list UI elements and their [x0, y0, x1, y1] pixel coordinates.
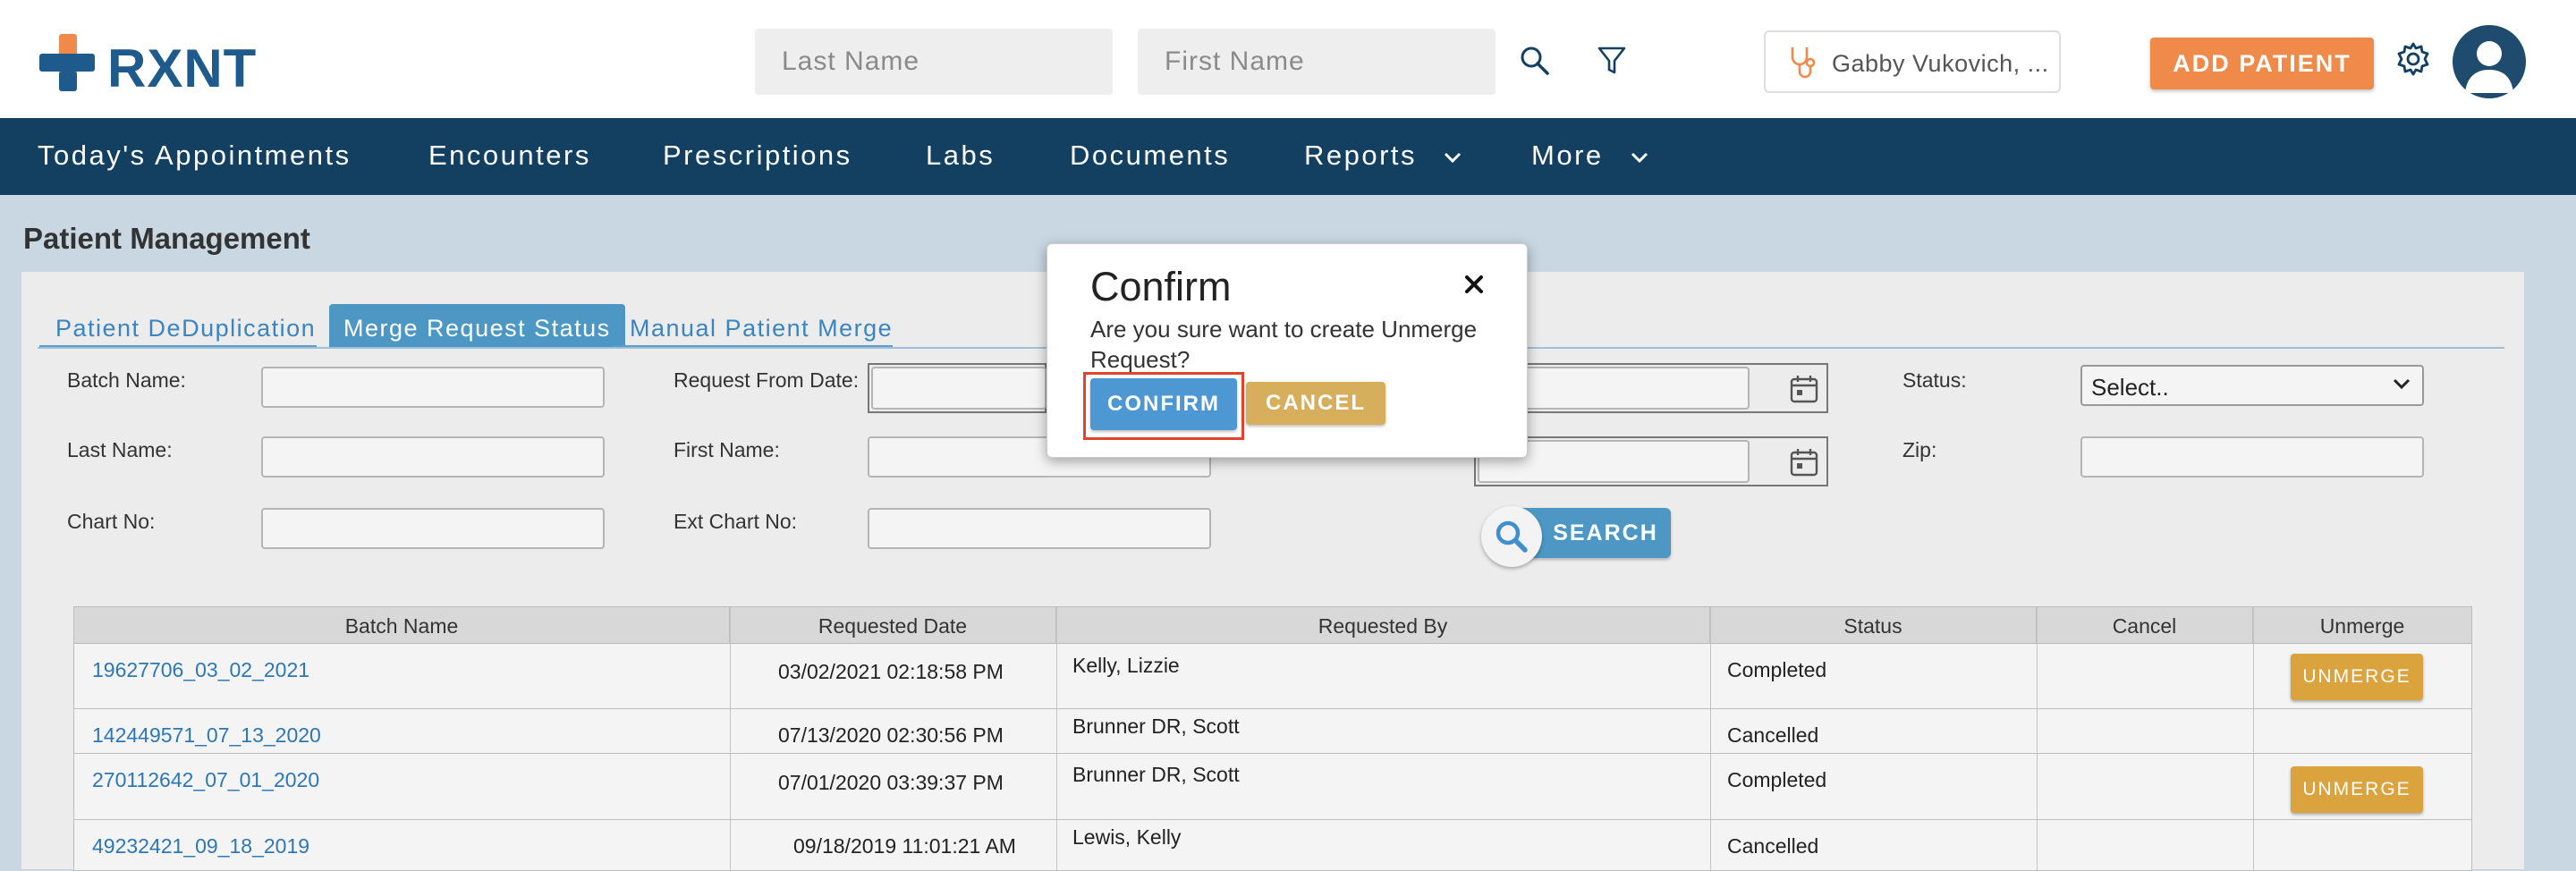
- nav-encounters[interactable]: Encounters: [428, 140, 591, 172]
- nav-more[interactable]: More: [1531, 140, 1649, 172]
- column-header: Unmerge: [2319, 614, 2405, 638]
- calendar-icon[interactable]: [1789, 447, 1819, 478]
- nav-labs[interactable]: Labs: [926, 140, 995, 172]
- request-from-date-label: Request From Date:: [674, 368, 860, 392]
- settings-button[interactable]: [2388, 34, 2438, 84]
- ext-chart-no-field[interactable]: [868, 508, 1211, 549]
- column-header: Batch Name: [74, 607, 730, 643]
- cancel-button[interactable]: CANCEL: [1246, 382, 1385, 425]
- stethoscope-icon: [1791, 47, 1816, 79]
- requested-date: 07/13/2020 02:30:56 PM: [778, 723, 1004, 747]
- table-row: 49232421_09_18_2019 09/18/2019 11:01:21 …: [74, 820, 2471, 870]
- requested-date: 09/18/2019 11:01:21 AM: [793, 834, 1016, 858]
- chart-no-label: Chart No:: [67, 510, 156, 533]
- request-from-date-field[interactable]: [868, 363, 1046, 413]
- status-select[interactable]: Select..: [2080, 365, 2424, 406]
- chevron-down-icon: [2393, 378, 2411, 390]
- requested-by: Kelly, Lizzie: [1072, 654, 1180, 677]
- column-header: Status: [1710, 607, 2037, 643]
- filter-search-button[interactable]: SEARCH: [1481, 506, 1671, 567]
- column-header: Requested By: [1056, 607, 1710, 643]
- user-avatar[interactable]: [2453, 25, 2526, 98]
- confirm-dialog: Confirm Are you sure want to create Unme…: [1046, 243, 1528, 458]
- logo-text: RXNT: [107, 38, 258, 98]
- calendar-icon[interactable]: [1789, 374, 1819, 404]
- nav-reports[interactable]: Reports: [1304, 140, 1462, 172]
- first-name-search-input[interactable]: [1138, 29, 1496, 95]
- request-from-date-input[interactable]: [871, 367, 1046, 410]
- column-header: Cancel: [2037, 607, 2253, 643]
- zip-field[interactable]: [2080, 436, 2424, 478]
- column-header: Requested Date: [730, 607, 1056, 643]
- batch-name-link[interactable]: 19627706_03_02_2021: [92, 658, 309, 682]
- search-icon: [1496, 520, 1528, 553]
- confirm-button[interactable]: CONFIRM: [1090, 378, 1237, 430]
- search-circle: [1481, 506, 1542, 567]
- last-name-field[interactable]: [261, 436, 605, 478]
- requested-by: Lewis, Kelly: [1072, 825, 1182, 849]
- chevron-down-icon: [1631, 152, 1648, 163]
- top-bar: RXNT Gabby Vukovich, ... ADD PATIENT: [0, 0, 2576, 118]
- last-name-search-input[interactable]: [755, 29, 1113, 95]
- unmerge-button[interactable]: UNMERGE: [2291, 766, 2423, 813]
- provider-name: Gabby Vukovich, ...: [1832, 50, 2049, 77]
- search-icon: [1521, 47, 1549, 75]
- tab-patient-deduplication[interactable]: Patient DeDuplication: [55, 304, 316, 347]
- status-text: Completed: [1727, 768, 1827, 791]
- zip-label: Zip:: [1902, 438, 1937, 461]
- filter-button[interactable]: [1587, 36, 1637, 86]
- close-icon[interactable]: [1459, 269, 1489, 300]
- requested-by: Brunner DR, Scott: [1072, 715, 1240, 738]
- chevron-down-icon: [1445, 152, 1462, 163]
- filter-icon: [1597, 47, 1626, 74]
- status-select-value: Select..: [2091, 374, 2169, 401]
- merge-request-table: Batch Name Requested Date Requested By S…: [73, 606, 2472, 871]
- dialog-title: Confirm: [1090, 264, 1232, 309]
- requested-date: 07/01/2020 03:39:37 PM: [778, 771, 1004, 794]
- search-button[interactable]: [1510, 36, 1560, 86]
- chart-no-field[interactable]: [261, 508, 605, 549]
- provider-selector[interactable]: Gabby Vukovich, ...: [1764, 30, 2061, 93]
- main-nav: Today's Appointments Encounters Prescrip…: [0, 118, 2576, 195]
- table-row: 270112642_07_01_2020 07/01/2020 03:39:37…: [74, 754, 2471, 820]
- status-text: Completed: [1727, 658, 1827, 681]
- dialog-message: Are you sure want to create Unmerge Requ…: [1090, 316, 1478, 373]
- first-name-label: First Name:: [674, 438, 780, 461]
- batch-name-link[interactable]: 49232421_09_18_2019: [92, 834, 309, 858]
- nav-more-label: More: [1531, 140, 1604, 171]
- nav-prescriptions[interactable]: Prescriptions: [663, 140, 852, 172]
- table-header: Batch Name Requested Date Requested By S…: [74, 607, 2471, 644]
- user-avatar-icon: [2465, 41, 2513, 93]
- batch-name-label: Batch Name:: [67, 368, 186, 392]
- nav-documents[interactable]: Documents: [1070, 140, 1230, 172]
- status-text: Cancelled: [1727, 834, 1819, 858]
- nav-todays-appointments[interactable]: Today's Appointments: [38, 140, 352, 172]
- batch-name-link[interactable]: 270112642_07_01_2020: [92, 768, 319, 792]
- table-row: 142449571_07_13_2020 07/13/2020 02:30:56…: [74, 709, 2471, 754]
- gear-icon: [2397, 42, 2429, 76]
- nav-reports-label: Reports: [1304, 140, 1418, 171]
- unmerge-button[interactable]: UNMERGE: [2291, 654, 2423, 700]
- requested-date: 03/02/2021 02:18:58 PM: [778, 660, 1004, 683]
- table-row: 19627706_03_02_2021 03/02/2021 02:18:58 …: [74, 643, 2471, 709]
- add-patient-button[interactable]: ADD PATIENT: [2150, 38, 2374, 89]
- status-text: Cancelled: [1727, 723, 1819, 747]
- ext-chart-no-label: Ext Chart No:: [674, 510, 798, 533]
- rxnt-logo-icon: [39, 34, 95, 91]
- tab-manual-patient-merge[interactable]: Manual Patient Merge: [630, 304, 893, 347]
- batch-name-link[interactable]: 142449571_07_13_2020: [92, 723, 321, 748]
- tab-merge-request-status[interactable]: Merge Request Status: [329, 304, 625, 349]
- last-name-label: Last Name:: [67, 438, 173, 461]
- page-title: Patient Management: [23, 222, 310, 255]
- status-label: Status:: [1902, 368, 1967, 392]
- requested-by: Brunner DR, Scott: [1072, 763, 1240, 786]
- batch-name-field[interactable]: [261, 367, 605, 408]
